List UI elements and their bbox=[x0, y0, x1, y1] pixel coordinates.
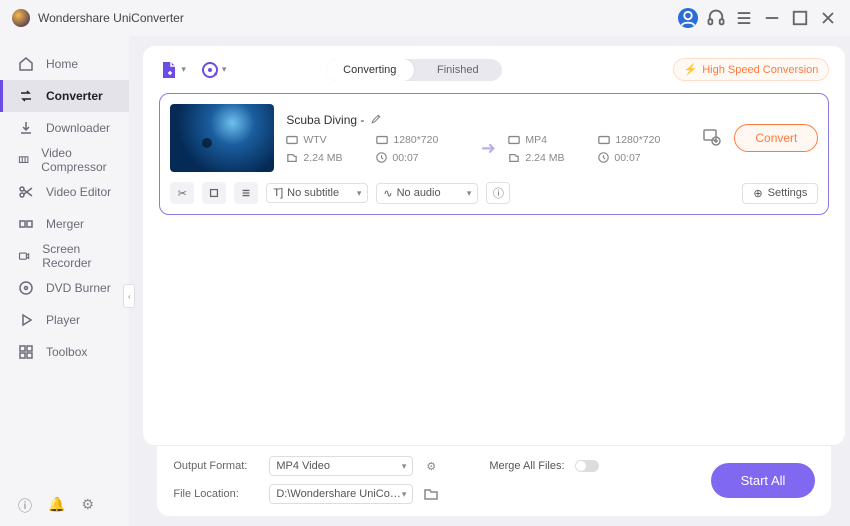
close-button[interactable] bbox=[818, 8, 838, 28]
sidebar-item-dvd[interactable]: DVD Burner bbox=[0, 272, 129, 304]
support-icon[interactable] bbox=[706, 8, 726, 28]
edit-title-icon[interactable] bbox=[370, 113, 382, 128]
toolbar: ▾ ▾ Converting Finished ⚡ High Speed Con… bbox=[159, 58, 829, 81]
file-location-label: File Location: bbox=[173, 488, 259, 500]
sidebar-item-editor[interactable]: Video Editor bbox=[0, 176, 129, 208]
home-icon bbox=[18, 56, 34, 72]
magnify-icon: ⊕ bbox=[753, 187, 762, 200]
high-speed-conversion-button[interactable]: ⚡ High Speed Conversion bbox=[673, 58, 830, 81]
sidebar-item-label: Home bbox=[46, 57, 78, 71]
output-settings-icon[interactable] bbox=[702, 127, 722, 150]
dvd-icon bbox=[18, 280, 34, 296]
sidebar-item-label: Merger bbox=[46, 217, 84, 231]
app-title: Wondershare UniConverter bbox=[38, 11, 184, 25]
output-format-select[interactable]: MP4 Video ▾ bbox=[269, 456, 413, 476]
item-title: Scuba Diving - bbox=[286, 113, 364, 127]
target-duration: 00:07 bbox=[598, 152, 690, 164]
source-format: WTV bbox=[286, 134, 376, 146]
trim-button[interactable]: ✂ bbox=[170, 182, 194, 204]
chevron-down-icon: ▾ bbox=[402, 489, 407, 500]
item-settings-button[interactable]: ⊕ Settings bbox=[742, 183, 818, 204]
subtitle-icon: T] bbox=[273, 187, 283, 199]
source-duration: 00:07 bbox=[376, 152, 468, 164]
recorder-icon bbox=[18, 248, 30, 264]
merge-files-label: Merge All Files: bbox=[489, 460, 564, 472]
start-all-button[interactable]: Start All bbox=[711, 463, 816, 498]
hamburger-menu-icon[interactable] bbox=[734, 8, 754, 28]
chevron-down-icon: ▾ bbox=[181, 64, 186, 75]
sidebar-item-label: Video Compressor bbox=[41, 146, 111, 174]
merge-files-toggle[interactable] bbox=[575, 460, 599, 472]
sidebar-item-player[interactable]: Player bbox=[0, 304, 129, 336]
output-format-label: Output Format: bbox=[173, 460, 259, 472]
sidebar-item-converter[interactable]: Converter bbox=[0, 80, 129, 112]
bottom-bar: Output Format: MP4 Video ▾ ⚙ Merge All F… bbox=[157, 445, 831, 516]
tab-converting[interactable]: Converting bbox=[326, 59, 414, 81]
tab-switcher: Converting Finished bbox=[326, 59, 502, 81]
open-folder-icon[interactable] bbox=[423, 486, 439, 502]
sidebar-item-toolbox[interactable]: Toolbox bbox=[0, 336, 129, 368]
converter-icon bbox=[18, 88, 34, 104]
sidebar-item-home[interactable]: Home bbox=[0, 48, 129, 80]
download-icon bbox=[18, 120, 34, 136]
chevron-down-icon: ▾ bbox=[222, 64, 227, 75]
maximize-button[interactable] bbox=[790, 8, 810, 28]
audio-icon: ∿ bbox=[383, 187, 392, 200]
subtitle-dropdown[interactable]: T] No subtitle ▾ bbox=[266, 183, 368, 203]
tab-finished[interactable]: Finished bbox=[414, 59, 502, 81]
sidebar-item-label: Video Editor bbox=[46, 185, 111, 199]
sidebar-item-label: DVD Burner bbox=[46, 281, 111, 295]
output-settings-gear-icon[interactable]: ⚙ bbox=[423, 458, 439, 474]
titlebar: Wondershare UniConverter bbox=[0, 0, 850, 36]
target-format: MP4 bbox=[508, 134, 598, 146]
sidebar-item-label: Player bbox=[46, 313, 80, 327]
video-thumbnail[interactable] bbox=[170, 104, 274, 172]
chevron-down-icon: ▾ bbox=[402, 461, 407, 472]
add-file-button[interactable]: ▾ bbox=[159, 60, 186, 80]
source-resolution: 1280*720 bbox=[376, 134, 468, 146]
file-location-select[interactable]: D:\Wondershare UniConverter ▾ bbox=[269, 484, 413, 504]
sidebar-item-downloader[interactable]: Downloader bbox=[0, 112, 129, 144]
info-button[interactable]: ⓘ bbox=[486, 182, 510, 204]
chevron-down-icon: ▾ bbox=[467, 188, 472, 199]
grid-icon bbox=[18, 344, 34, 360]
sidebar-item-label: Toolbox bbox=[46, 345, 87, 359]
compressor-icon bbox=[18, 152, 29, 168]
sidebar-item-merger[interactable]: Merger bbox=[0, 208, 129, 240]
arrow-icon: ➜ bbox=[468, 138, 508, 159]
audio-dropdown[interactable]: ∿ No audio ▾ bbox=[376, 183, 478, 204]
account-avatar-icon[interactable] bbox=[678, 8, 698, 28]
sidebar-collapse-handle[interactable]: ‹ bbox=[123, 284, 135, 308]
bolt-icon: ⚡ bbox=[684, 63, 698, 76]
scissors-icon bbox=[18, 184, 34, 200]
source-size: 2.24 MB bbox=[286, 152, 376, 164]
sidebar-item-label: Downloader bbox=[46, 121, 110, 135]
convert-button[interactable]: Convert bbox=[734, 124, 818, 152]
chevron-down-icon: ▾ bbox=[357, 188, 362, 199]
add-dvd-button[interactable]: ▾ bbox=[200, 60, 227, 80]
target-resolution: 1280*720 bbox=[598, 134, 690, 146]
more-actions-button[interactable] bbox=[234, 182, 258, 204]
sidebar-item-compressor[interactable]: Video Compressor bbox=[0, 144, 129, 176]
target-size: 2.24 MB bbox=[508, 152, 598, 164]
play-icon bbox=[18, 312, 34, 328]
crop-button[interactable] bbox=[202, 182, 226, 204]
minimize-button[interactable] bbox=[762, 8, 782, 28]
sidebar-item-label: Converter bbox=[46, 89, 103, 103]
notifications-icon[interactable]: 🔔 bbox=[48, 496, 65, 516]
settings-cog-icon[interactable]: ⚙ bbox=[81, 496, 94, 516]
sidebar: Home Converter Downloader Video Compress… bbox=[0, 36, 129, 526]
merger-icon bbox=[18, 216, 34, 232]
sidebar-item-label: Screen Recorder bbox=[42, 242, 111, 270]
conversion-item: Scuba Diving - WTV 1280*720 ➜ MP4 128 bbox=[159, 93, 829, 215]
help-icon[interactable]: ⓘ bbox=[18, 496, 32, 516]
sidebar-item-recorder[interactable]: Screen Recorder bbox=[0, 240, 129, 272]
app-logo bbox=[12, 9, 30, 27]
